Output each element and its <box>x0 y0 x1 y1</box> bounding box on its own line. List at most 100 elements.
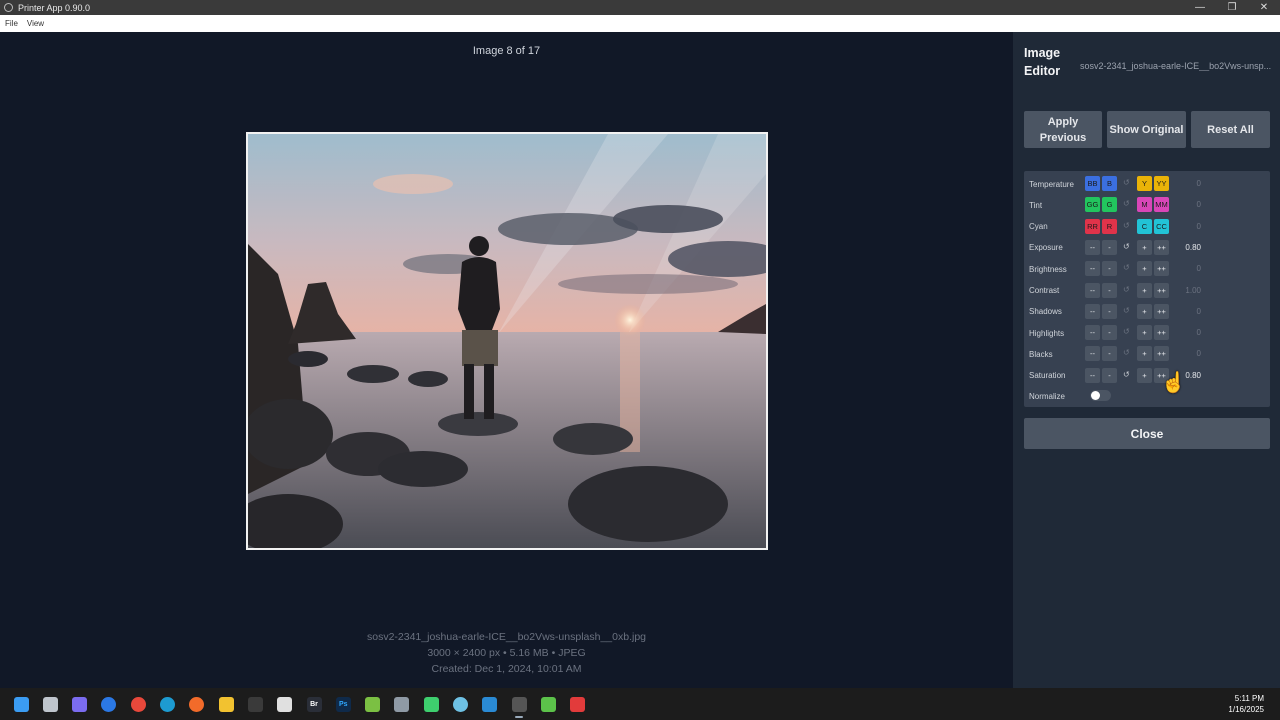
color-step-button[interactable]: R <box>1102 218 1117 234</box>
color-step-button[interactable]: Y <box>1137 176 1152 191</box>
app-green-icon[interactable] <box>421 694 441 714</box>
step-button-plus2[interactable]: ++ <box>1154 346 1169 362</box>
apply-previous-button[interactable]: Apply Previous <box>1024 111 1102 148</box>
photoshop-glyph: Ps <box>335 696 351 712</box>
notepad-plus-icon[interactable] <box>363 694 383 714</box>
image-viewer: Image 8 of 17 sosv2-2341_joshua-earle-IC… <box>0 32 1013 688</box>
reset-icon[interactable]: ↺ <box>1123 327 1130 336</box>
normalize-toggle[interactable] <box>1090 390 1111 401</box>
menu-file[interactable]: File <box>5 19 18 28</box>
maximize-button[interactable]: ❐ <box>1216 0 1248 15</box>
app-circle-glyph <box>453 696 468 712</box>
app-dark-icon[interactable] <box>245 694 265 714</box>
step-button-plus2[interactable]: ++ <box>1154 303 1169 319</box>
adjust-label: Temperature <box>1029 179 1074 189</box>
step-button-minus1[interactable]: - <box>1102 239 1117 255</box>
adjust-value: 0 <box>1196 221 1201 231</box>
adjust-value: 0 <box>1196 349 1201 359</box>
step-button-plus1[interactable]: + <box>1137 367 1152 383</box>
copilot-icon[interactable] <box>70 694 90 714</box>
menu-view[interactable]: View <box>27 19 44 28</box>
step-button-minus1[interactable]: - <box>1102 303 1117 319</box>
slack-icon[interactable] <box>275 694 295 714</box>
adjust-value: 0 <box>1196 200 1201 210</box>
reset-icon[interactable]: ↺ <box>1123 306 1130 315</box>
step-button-minus2[interactable]: -- <box>1085 325 1100 341</box>
step-button-plus2[interactable]: ++ <box>1154 239 1169 255</box>
vscode-glyph <box>482 696 498 712</box>
vscode-icon[interactable] <box>480 694 500 714</box>
photoshop-icon[interactable]: Ps <box>333 694 353 714</box>
adjust-label: Exposure <box>1029 243 1063 253</box>
color-step-button[interactable]: YY <box>1154 176 1169 191</box>
step-button-plus2[interactable]: ++ <box>1154 282 1169 298</box>
color-step-button[interactable]: M <box>1137 197 1152 213</box>
step-button-plus2[interactable]: ++ <box>1154 325 1169 341</box>
step-button-minus2[interactable]: -- <box>1085 303 1100 319</box>
photo-preview[interactable] <box>246 132 768 550</box>
step-button-minus1[interactable]: - <box>1102 367 1117 383</box>
reset-icon[interactable]: ↺ <box>1123 285 1130 294</box>
system-clock[interactable]: 5:11 PM 1/16/2025 <box>1228 693 1264 715</box>
firefox-icon[interactable] <box>187 694 207 714</box>
adjust-value: 0 <box>1196 306 1201 316</box>
calculator-icon[interactable] <box>392 694 412 714</box>
step-button-plus1[interactable]: + <box>1137 303 1152 319</box>
reset-all-button[interactable]: Reset All <box>1191 111 1270 148</box>
app-red-icon[interactable] <box>568 694 588 714</box>
image-editor-panel: Image Editor sosv2-2341_joshua-earle-ICE… <box>1013 32 1280 688</box>
adjust-value: 1.00 <box>1185 285 1201 295</box>
step-button-minus1[interactable]: - <box>1102 261 1117 277</box>
task-view-icon[interactable] <box>40 694 60 714</box>
app-icon <box>4 3 13 12</box>
reset-icon[interactable]: ↺ <box>1123 199 1130 208</box>
step-button-plus1[interactable]: + <box>1137 325 1152 341</box>
step-button-minus2[interactable]: -- <box>1085 239 1100 255</box>
color-step-button[interactable]: C <box>1137 218 1152 234</box>
app-blue-icon[interactable] <box>99 694 119 714</box>
reset-icon[interactable]: ↺ <box>1123 348 1130 357</box>
show-original-button[interactable]: Show Original <box>1107 111 1186 148</box>
step-button-minus2[interactable]: -- <box>1085 346 1100 362</box>
step-button-minus2[interactable]: -- <box>1085 261 1100 277</box>
step-button-plus1[interactable]: + <box>1137 282 1152 298</box>
step-button-minus2[interactable]: -- <box>1085 367 1100 383</box>
adjust-label: Blacks <box>1029 349 1053 359</box>
file-explorer-icon[interactable] <box>216 694 236 714</box>
color-step-button[interactable]: G <box>1102 197 1117 213</box>
reset-icon[interactable]: ↺ <box>1123 370 1130 379</box>
color-step-button[interactable]: B <box>1102 176 1117 191</box>
minimize-button[interactable]: — <box>1184 0 1216 15</box>
windows-start-icon[interactable] <box>11 694 31 714</box>
color-step-button[interactable]: CC <box>1154 218 1169 234</box>
close-button[interactable]: Close <box>1024 418 1270 449</box>
step-button-minus1[interactable]: - <box>1102 346 1117 362</box>
printer-app-icon[interactable] <box>509 694 529 718</box>
step-button-minus2[interactable]: -- <box>1085 282 1100 298</box>
step-button-plus2[interactable]: ++ <box>1154 261 1169 277</box>
app-red-glyph <box>570 696 586 712</box>
color-step-button[interactable]: GG <box>1085 197 1100 213</box>
adjust-row-2: Cyan RR R C CC ↺ 0 <box>1024 218 1270 235</box>
adjust-row-7: Highlights -- - + ++ ↺ 0 <box>1024 325 1270 341</box>
reset-icon[interactable]: ↺ <box>1123 178 1130 187</box>
reset-icon[interactable]: ↺ <box>1123 221 1130 230</box>
step-button-minus1[interactable]: - <box>1102 282 1117 298</box>
color-step-button[interactable]: BB <box>1085 176 1100 191</box>
edge-icon[interactable] <box>158 694 178 714</box>
close-window-button[interactable]: ✕ <box>1248 0 1280 15</box>
bridge-icon[interactable]: Br <box>304 694 324 714</box>
reset-icon[interactable]: ↺ <box>1123 263 1130 272</box>
step-button-minus1[interactable]: - <box>1102 325 1117 341</box>
color-step-button[interactable]: RR <box>1085 218 1100 234</box>
photo-image <box>248 134 766 548</box>
reset-icon[interactable]: ↺ <box>1123 242 1130 251</box>
step-button-plus1[interactable]: + <box>1137 346 1152 362</box>
color-step-button[interactable]: MM <box>1154 197 1169 213</box>
step-button-plus1[interactable]: + <box>1137 239 1152 255</box>
app-circle-icon[interactable] <box>451 694 471 714</box>
chrome-icon[interactable] <box>128 694 148 714</box>
menu-bar: File View <box>0 15 1280 32</box>
app-green-2-icon[interactable] <box>538 694 558 714</box>
step-button-plus1[interactable]: + <box>1137 261 1152 277</box>
